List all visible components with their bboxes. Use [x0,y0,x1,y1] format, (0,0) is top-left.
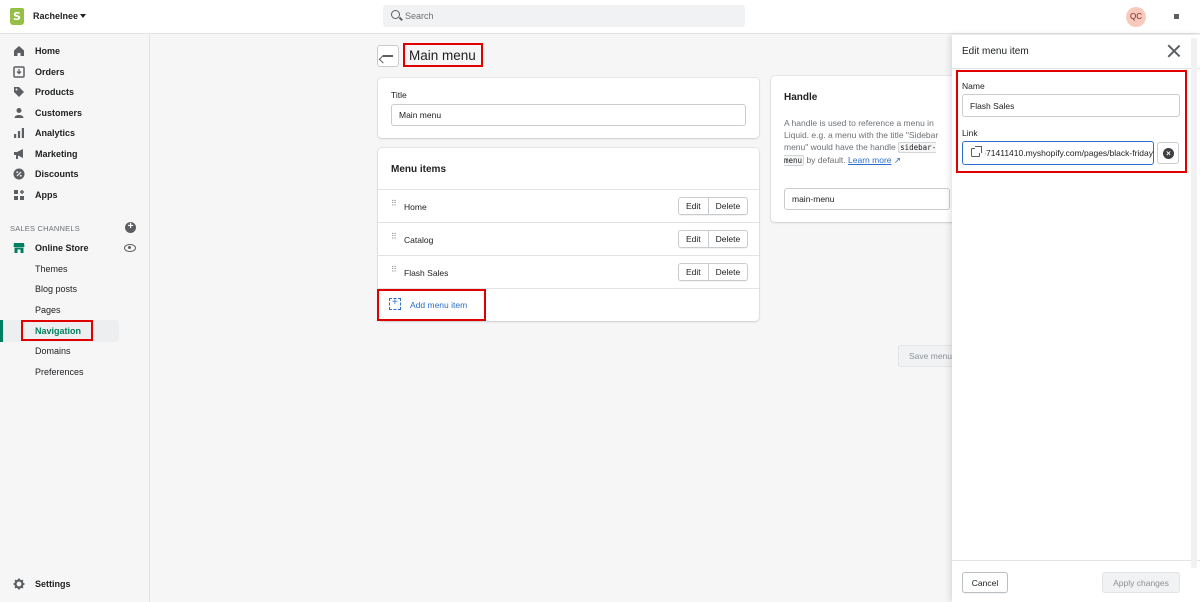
sales-channels-heading: SALES CHANNELS [10,224,80,233]
menu-item-row: ⠿ Catalog Edit Delete [378,222,759,255]
edit-button[interactable]: Edit [678,263,709,281]
search-bar[interactable] [383,5,745,27]
arrow-left-icon [383,55,393,57]
orders-icon [13,66,25,78]
sidebar-subitem-preferences[interactable]: Preferences [0,362,120,382]
row-actions: Edit Delete [678,197,749,215]
sidebar-subitem-label: Domains [35,346,71,356]
sidebar-subitem-pages[interactable]: Pages [0,300,120,320]
menu-item-label: Flash Sales [404,268,449,278]
highlight-box [956,70,1187,173]
delete-button[interactable]: Delete [708,197,749,215]
sidebar-item-label: Marketing [35,149,78,159]
bar-chart-icon [13,127,25,139]
drag-handle-icon[interactable]: ⠿ [391,266,397,276]
delete-button[interactable]: Delete [708,230,749,248]
sidebar-item-label: Customers [35,108,83,118]
back-button[interactable] [377,45,399,67]
row-actions: Edit Delete [678,230,749,248]
divider [952,560,1200,561]
title-card: Title [378,78,759,138]
sidebar-item-products[interactable]: Products [0,82,150,102]
handle-help-text: A handle is used to reference a menu in … [784,117,949,167]
drawer-title: Edit menu item [962,46,1029,57]
menu-item-label: Home [404,202,427,212]
sidebar-item-home[interactable]: Home [0,41,150,61]
sidebar: Home Orders Products Customers Analytics… [0,35,150,602]
eye-icon[interactable] [124,244,136,252]
sidebar-subitem-label: Preferences [35,367,84,377]
store-switcher[interactable]: Rachelnee [33,11,78,21]
highlight-box [403,43,483,67]
highlight-box [377,289,486,321]
discount-icon [13,168,25,180]
edit-button[interactable]: Edit [678,197,709,215]
sidebar-item-analytics[interactable]: Analytics [0,123,150,143]
search-input[interactable] [405,5,735,27]
sidebar-item-label: Apps [35,190,58,200]
menu-items-heading: Menu items [391,164,447,175]
sidebar-item-label: Analytics [35,128,76,138]
status-square-icon [1174,14,1179,19]
sidebar-item-discounts[interactable]: Discounts [0,164,150,184]
gear-icon [13,578,25,590]
sidebar-item-customers[interactable]: Customers [0,103,150,123]
cancel-button[interactable]: Cancel [962,572,1008,593]
scrollbar[interactable] [1191,38,1197,568]
save-menu-button[interactable]: Save menu [898,345,958,367]
title-field-label: Title [391,90,407,100]
sidebar-item-label: Home [35,46,61,56]
help-text-part: by default. [806,155,846,165]
handle-heading: Handle [784,92,818,103]
apps-icon [13,189,25,201]
divider [952,68,1200,69]
close-icon[interactable] [1167,44,1181,58]
sidebar-item-apps[interactable]: Apps [0,185,150,205]
sidebar-subitem-blog-posts[interactable]: Blog posts [0,279,120,299]
highlight-box [21,320,93,341]
title-input[interactable] [391,104,746,126]
sidebar-item-marketing[interactable]: Marketing [0,144,150,164]
megaphone-icon [13,148,25,160]
sidebar-item-settings[interactable]: Settings [0,574,150,594]
sidebar-subitem-label: Blog posts [35,284,78,294]
menu-item-label: Catalog [404,235,434,245]
drag-handle-icon[interactable]: ⠿ [391,233,397,243]
person-icon [13,107,25,119]
store-icon [13,242,25,254]
menu-item-row: ⠿ Home Edit Delete [378,189,759,222]
row-actions: Edit Delete [678,263,749,281]
sidebar-subitem-label: Themes [35,264,68,274]
top-bar: Rachelnee QC [0,0,1200,34]
learn-more-link[interactable]: Learn more [848,155,891,165]
caret-down-icon[interactable] [80,14,86,18]
sidebar-subitem-themes[interactable]: Themes [0,259,120,279]
sidebar-item-label: Discounts [35,169,79,179]
search-icon [391,10,400,19]
sidebar-item-label: Orders [35,67,65,77]
sidebar-item-label: Settings [35,579,71,589]
home-icon [13,45,25,57]
user-avatar[interactable]: QC [1126,7,1146,27]
sidebar-item-label: Products [35,87,75,97]
drag-handle-icon[interactable]: ⠿ [391,200,397,210]
external-link-icon: ↗ [891,155,901,165]
tag-icon [13,86,25,98]
menu-item-row: ⠿ Flash Sales Edit Delete [378,255,759,288]
edit-button[interactable]: Edit [678,230,709,248]
delete-button[interactable]: Delete [708,263,749,281]
sidebar-subitem-domains[interactable]: Domains [0,341,120,361]
apply-changes-button[interactable]: Apply changes [1102,572,1180,593]
sidebar-subitem-label: Pages [35,305,61,315]
handle-input[interactable] [784,188,950,210]
shopify-logo-icon [10,8,24,25]
sidebar-item-label: Online Store [35,243,89,253]
sidebar-item-orders[interactable]: Orders [0,62,150,82]
add-sales-channel-icon[interactable]: + [125,222,136,233]
